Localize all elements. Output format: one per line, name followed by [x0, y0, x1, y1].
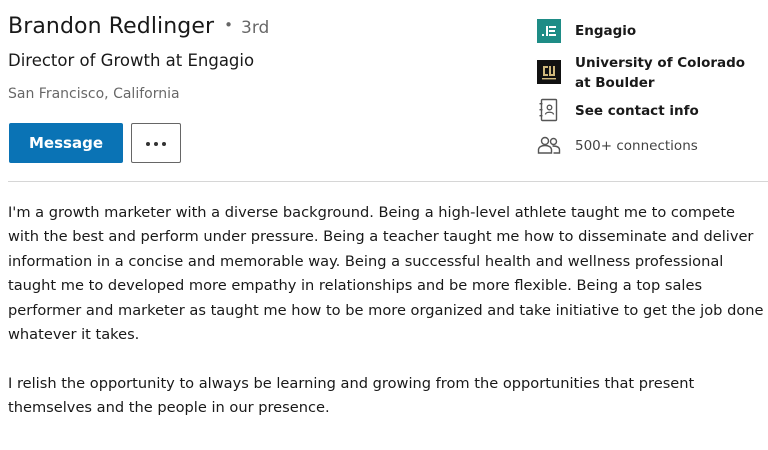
section-divider: [8, 181, 768, 182]
profile-top-card: Brandon Redlinger • 3rd Director of Grow…: [0, 0, 768, 182]
profile-summary: I'm a growth marketer with a diverse bac…: [8, 201, 764, 445]
engagio-logo-icon: [537, 19, 561, 43]
contact-info-link[interactable]: See contact info: [575, 101, 765, 121]
people-icon: [537, 136, 561, 154]
name-row: Brandon Redlinger • 3rd: [8, 14, 269, 39]
summary-paragraph: I'm a growth marketer with a diverse bac…: [8, 204, 764, 344]
more-actions-button[interactable]: [131, 123, 181, 163]
sidebar-item-school[interactable]: University of Colorado at Boulder: [537, 55, 765, 93]
sidebar-item-connections[interactable]: 500+ connections: [537, 133, 765, 157]
message-button[interactable]: Message: [9, 123, 123, 163]
sidebar-item-company[interactable]: Engagio: [537, 19, 765, 43]
sidebar-item-contact[interactable]: See contact info: [537, 98, 765, 122]
connections-count[interactable]: 500+ connections: [575, 136, 765, 156]
ellipsis-icon: [146, 142, 166, 146]
profile-name: Brandon Redlinger: [8, 14, 215, 39]
profile-headline: Director of Growth at Engagio: [8, 51, 255, 70]
school-name[interactable]: University of Colorado at Boulder: [575, 53, 765, 93]
cu-boulder-logo-icon: [537, 60, 561, 84]
separator-bullet: •: [224, 16, 233, 34]
summary-paragraph: I relish the opportunity to always be le…: [8, 374, 695, 417]
connection-degree: 3rd: [241, 18, 270, 38]
profile-location: San Francisco, California: [8, 86, 180, 102]
company-name[interactable]: Engagio: [575, 21, 765, 41]
contact-card-icon: [539, 98, 558, 122]
